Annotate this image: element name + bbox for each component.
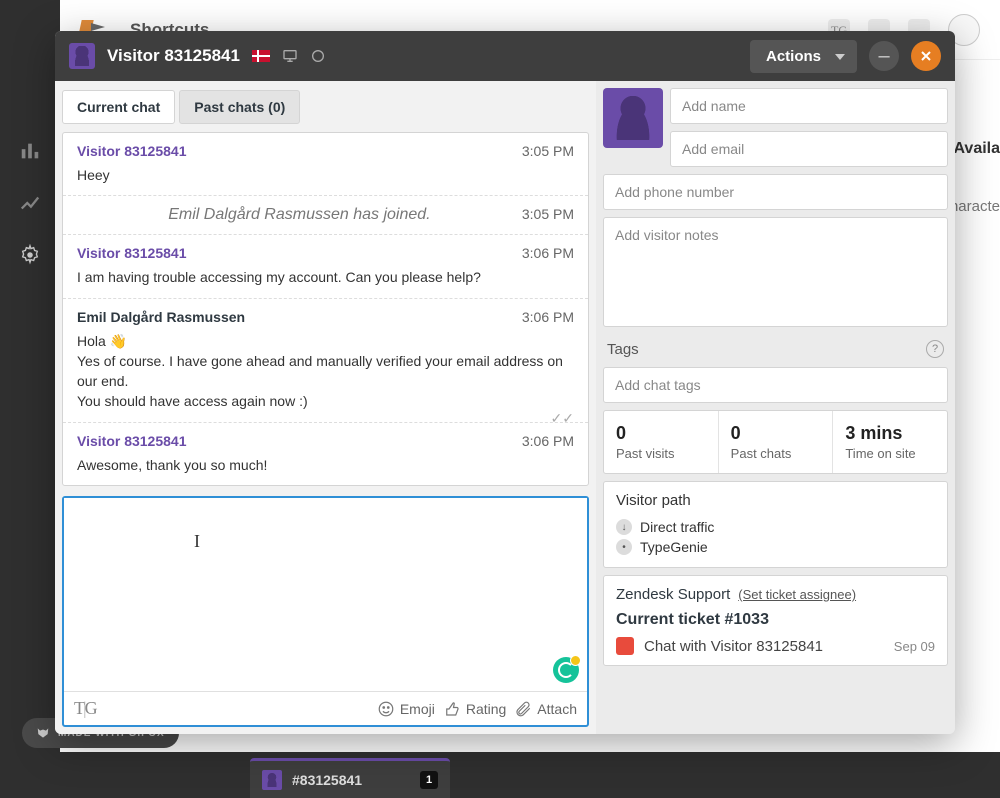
chat-message: Visitor 83125841 3:06 PM Awesome, thank yo… [63,423,588,485]
chat-tabs: Current chat Past chats (0) [62,88,589,132]
typegenie-badge-icon[interactable]: T|G [74,698,96,719]
message-sender: Visitor 83125841 [77,433,187,449]
paperclip-icon [514,700,532,718]
taskbar-avatar-icon [262,770,282,790]
app-sidebar [0,0,60,798]
close-icon [920,50,932,62]
email-input[interactable] [670,131,948,167]
message-time: 3:05 PM [522,143,574,159]
ticket-row[interactable]: Chat with Visitor 83125841 Sep 09 [616,637,935,655]
taskbar-badge: 1 [420,771,438,789]
message-body: Awesome, thank you so much! [77,455,574,475]
stat-time-on-site: 3 mins Time on site [833,411,947,473]
taskbar: #83125841 1 [0,752,1000,798]
stats-row: 0 Past visits 0 Past chats 3 mins Time o… [603,410,948,474]
chat-message: Visitor 83125841 3:06 PM I am having troub… [63,235,588,298]
help-icon[interactable]: ? [926,340,944,358]
read-receipt-icon: ✓✓ [551,408,574,428]
thumbs-up-icon [443,700,461,718]
message-time: 3:06 PM [522,433,574,449]
ticket-status-icon [616,637,634,655]
notes-input[interactable] [603,217,948,327]
info-panel: Tags ? 0 Past visits 0 Past chats 3 mins… [596,81,955,734]
ticket-heading: Current ticket #1033 [616,611,935,629]
message-input[interactable] [64,498,587,691]
tags-input[interactable] [603,367,948,403]
set-assignee-link[interactable]: (Set ticket assignee) [738,587,856,602]
visitor-path-title: Visitor path [616,492,935,509]
chat-message: Emil Dalgård Rasmussen has joined.3:05 P… [63,196,588,235]
stat-past-visits: 0 Past visits [604,411,719,473]
composer-toolbar: T|G Emoji Rating Attach [64,691,587,725]
modal-header: Visitor 83125841 Actions – [55,31,955,81]
zendesk-title: Zendesk Support [616,586,730,603]
chat-message: Emil Dalgård Rasmussen 3:06 PM Hola 👋Yes o… [63,299,588,423]
desktop-icon [282,48,298,64]
taskbar-tab-label: #83125841 [292,772,362,788]
modal-title: Visitor 83125841 [107,46,240,66]
message-time: 3:06 PM [522,309,574,325]
path-item: • TypeGenie [616,537,935,557]
emoji-icon [377,700,395,718]
chat-modal: Visitor 83125841 Actions – Current chat … [55,31,955,734]
name-input[interactable] [670,88,948,124]
browser-icon [310,48,326,64]
join-text: Emil Dalgård Rasmussen has joined. [77,206,522,224]
message-body: I am having trouble accessing my account… [77,267,574,287]
text-cursor-icon [194,531,202,549]
bg-characters-text: haracte [950,198,1000,215]
visitor-path-card: Visitor path ↓ Direct traffic • TypeGeni… [603,481,948,568]
message-time: 3:05 PM [522,206,574,222]
chat-panel: Current chat Past chats (0) Visitor 8312… [55,81,596,734]
chart-icon[interactable] [19,192,41,214]
settings-gear-icon[interactable] [19,244,41,266]
close-button[interactable] [911,41,941,71]
visitor-avatar-icon [69,43,95,69]
message-sender: Emil Dalgård Rasmussen [77,309,245,325]
ticket-date: Sep 09 [894,639,935,654]
bg-availability-text: Availa [953,140,1000,158]
minimize-button[interactable]: – [869,41,899,71]
message-sender: Visitor 83125841 [77,245,187,261]
analytics-icon[interactable] [19,140,41,162]
rating-button[interactable]: Rating [443,700,506,718]
flag-denmark-icon [252,50,270,62]
actions-dropdown[interactable]: Actions [750,40,857,73]
tags-label: Tags [607,341,639,358]
message-time: 3:06 PM [522,245,574,261]
grammarly-icon[interactable] [553,657,579,683]
zendesk-card: Zendesk Support (Set ticket assignee) Cu… [603,575,948,666]
message-composer: T|G Emoji Rating Attach [62,496,589,727]
arrow-down-icon: ↓ [616,519,632,535]
ticket-name: Chat with Visitor 83125841 [644,638,823,655]
bullet-icon: • [616,539,632,555]
chat-message: Visitor 83125841 3:05 PM Heey [63,133,588,196]
phone-input[interactable] [603,174,948,210]
stat-past-chats: 0 Past chats [719,411,834,473]
message-sender: Visitor 83125841 [77,143,187,159]
emoji-button[interactable]: Emoji [377,700,435,718]
message-body: Hola 👋Yes of course. I have gone ahead a… [77,331,574,412]
taskbar-chat-tab[interactable]: #83125841 1 [250,758,450,798]
message-body: Heey [77,165,574,185]
fox-icon [36,726,50,740]
path-item: ↓ Direct traffic [616,517,935,537]
attach-button[interactable]: Attach [514,700,577,718]
chat-log[interactable]: Visitor 83125841 3:05 PM Heey Emil Dalgård … [62,132,589,486]
tab-current-chat[interactable]: Current chat [62,90,175,124]
tab-past-chats[interactable]: Past chats (0) [179,90,300,124]
visitor-avatar-large [603,88,663,148]
